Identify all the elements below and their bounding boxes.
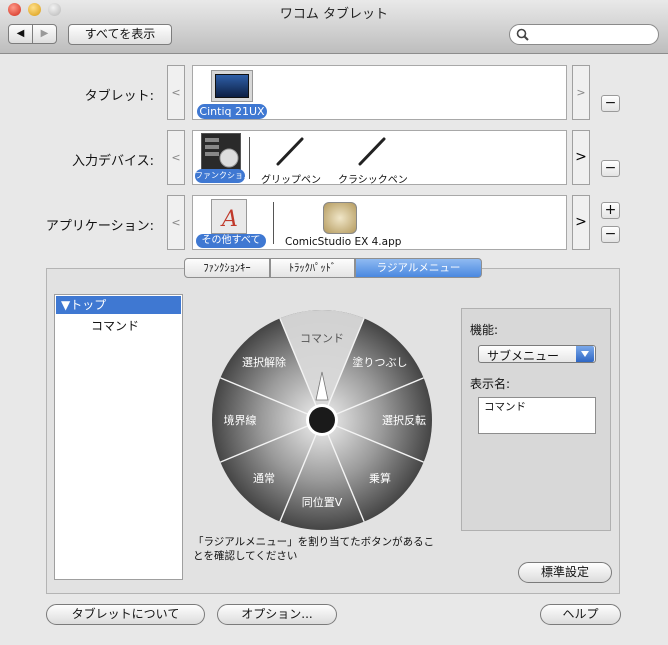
function-select-value: サブメニュー [487, 349, 560, 363]
segment-settings-box: 機能: サブメニュー 表示名: コマンド [461, 308, 611, 531]
remove-tablet-button[interactable]: − [601, 95, 620, 112]
forward-button[interactable]: ▶ [32, 24, 57, 44]
restore-defaults-button[interactable]: 標準設定 [518, 562, 612, 583]
tablet-row-label: タブレット: [84, 89, 154, 104]
chevron-down-icon [576, 346, 594, 362]
grip-pen-label[interactable]: グリップペン [261, 171, 321, 186]
function-select[interactable]: サブメニュー [478, 345, 596, 363]
input-next-button[interactable]: > [572, 130, 590, 185]
display-name-value: コマンド [484, 401, 526, 413]
remove-app-button[interactable]: − [601, 226, 620, 243]
radial-center-button[interactable] [309, 407, 335, 433]
forward-icon: ▶ [40, 28, 49, 39]
menu-tree[interactable]: ▼トップ コマンド [54, 294, 183, 580]
tablet-device-icon[interactable] [211, 70, 253, 102]
comicstudio-app-label[interactable]: ComicStudio EX 4.app [285, 236, 401, 248]
radial-note-line2: とを確認してください [193, 550, 298, 562]
radial-segment-label[interactable]: 乗算 [369, 471, 391, 485]
remove-input-button[interactable]: − [601, 160, 620, 177]
radial-segment-label[interactable]: 選択解除 [242, 355, 286, 369]
about-tablet-button[interactable]: タブレットについて [46, 604, 205, 625]
window-title: ワコム タブレット [279, 7, 389, 22]
all-apps-item-label[interactable]: その他すべて [196, 234, 266, 248]
radial-segment-label[interactable]: コマンド [300, 332, 344, 345]
tablet-item-label[interactable]: Cintiq 21UX [197, 104, 267, 119]
options-button[interactable]: オプション... [217, 604, 337, 625]
radial-segment-label[interactable]: 塗りつぶし [352, 355, 407, 369]
comicstudio-app-icon[interactable] [323, 202, 357, 234]
search-input[interactable] [532, 27, 656, 41]
back-icon: ◀ [16, 28, 25, 39]
app-row-label: アプリケーション: [45, 219, 154, 234]
display-name-field[interactable]: コマンド [478, 397, 596, 434]
search-icon [516, 28, 529, 41]
radial-segment-label[interactable]: 境界線 [224, 413, 257, 427]
svg-text:A: A [220, 207, 238, 232]
display-name-label: 表示名: [470, 377, 511, 391]
function-label: 機能: [470, 323, 499, 337]
tab-bar: ﾌｧﾝｸｼｮﾝｷｰ ﾄﾗｯｸﾊﾟｯﾄﾞ ラジアルメニュー [184, 258, 482, 278]
help-button[interactable]: ヘルプ [540, 604, 621, 625]
tree-child-item[interactable]: コマンド [91, 317, 139, 334]
tablet-next-button[interactable]: > [572, 65, 590, 120]
radial-segment-label[interactable]: 同位置V [302, 495, 343, 509]
function-device-icon[interactable] [201, 133, 241, 171]
radial-menu[interactable]: コマンド塗りつぶし選択反転乗算同位置V 通常 境界線 選択解除 [210, 308, 434, 532]
add-app-button[interactable]: + [601, 202, 620, 219]
input-prev-button[interactable]: < [167, 130, 185, 185]
tab-function-keys[interactable]: ﾌｧﾝｸｼｮﾝｷｰ [184, 258, 270, 278]
app-next-button[interactable]: > [572, 195, 590, 250]
grip-pen-icon[interactable] [273, 136, 305, 168]
classic-pen-label[interactable]: クラシックペン [338, 171, 408, 186]
input-row-label: 入力デバイス: [72, 154, 154, 169]
back-button[interactable]: ◀ [8, 24, 33, 44]
tab-trackpad[interactable]: ﾄﾗｯｸﾊﾟｯﾄﾞ [270, 258, 355, 278]
radial-segment-label[interactable]: 選択反転 [382, 413, 426, 427]
app-strip: A その他すべて ComicStudio EX 4.app [192, 195, 567, 250]
tablet-prev-button[interactable]: < [167, 65, 185, 120]
radial-note-line1: 「ラジアルメニュー」を割り当てたボタンがあるこ [193, 536, 435, 548]
classic-pen-icon[interactable] [355, 136, 387, 168]
radial-segment-label[interactable]: 通常 [253, 472, 275, 485]
tablet-strip: Cintiq 21UX [192, 65, 567, 120]
tree-root-item[interactable]: ▼トップ [56, 296, 181, 314]
function-item-label[interactable]: ファンクション [195, 169, 251, 183]
show-all-button[interactable]: すべてを表示 [68, 24, 172, 45]
search-field[interactable] [509, 24, 659, 45]
all-apps-icon[interactable]: A [211, 199, 247, 234]
input-strip: ファンクション グリップペン クラシックペン [192, 130, 567, 186]
tab-radial-menu[interactable]: ラジアルメニュー [355, 258, 482, 278]
app-prev-button[interactable]: < [167, 195, 185, 250]
